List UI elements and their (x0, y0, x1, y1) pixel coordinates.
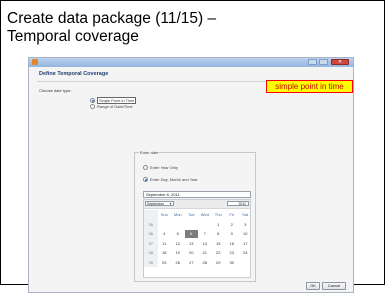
week-number: 39 (144, 257, 158, 267)
weekday-label: Tue (187, 212, 195, 218)
radio-button[interactable] (90, 104, 95, 109)
calendar-day[interactable]: 18 (158, 250, 172, 255)
month-select[interactable]: September ▼ (145, 201, 174, 206)
calendar-day[interactable]: 8 (212, 231, 226, 236)
close-icon[interactable]: ✕ (331, 59, 349, 65)
calendar-day[interactable]: 3 (239, 222, 253, 227)
calendar-day[interactable]: 10 (239, 231, 253, 236)
slide-title-line-1: Create data package (11/15) – (7, 10, 217, 27)
weekday-label: Thu (214, 212, 222, 218)
panel-legend: Enter date (139, 150, 160, 155)
calendar-day[interactable]: 16 (225, 241, 239, 246)
radio-label: Single Point in Time (97, 97, 137, 104)
calendar-week-row: 37 11 12 13 14 15 16 17 (144, 238, 253, 248)
selected-day[interactable]: 6 (184, 229, 198, 238)
radio-button[interactable] (90, 98, 95, 103)
calendar-day[interactable]: 7 (198, 231, 212, 236)
calendar-day[interactable]: 28 (198, 260, 212, 265)
calendar-day[interactable]: 20 (185, 250, 199, 255)
radio-label: Enter Year Only (150, 165, 179, 170)
weekday-header-row: Sun Mon Tue Wed Thu Fri Sat (144, 210, 252, 220)
enter-date-panel: Enter date Enter Year Only Enter Day, Mo… (134, 150, 256, 282)
calendar-week-row: 38 18 19 20 21 22 23 24 (144, 248, 252, 258)
calendar-day[interactable]: 14 (198, 241, 212, 246)
calendar-day[interactable]: 26 (171, 260, 185, 265)
weekday-label: Mon (173, 212, 182, 218)
month-value: September (147, 202, 165, 206)
weekday-label: Sat (242, 212, 249, 218)
calendar-day[interactable]: 1 (212, 222, 226, 227)
week-number: 37 (144, 238, 158, 248)
window-titlebar: ✕ (29, 58, 353, 67)
calendar-day[interactable]: 17 (239, 241, 253, 246)
week-number: 36 (144, 229, 158, 239)
calendar-day[interactable]: 19 (171, 250, 185, 255)
radio-label: Range of Date/Time (97, 104, 133, 109)
slide-title-line-2: Temporal coverage (7, 28, 139, 45)
calendar-week-row: 36 4 5 6 7 8 9 10 (144, 229, 252, 239)
calendar-day[interactable]: 27 (185, 260, 199, 265)
radio-range[interactable]: Range of Date/Time (90, 104, 133, 109)
minimize-icon[interactable] (308, 59, 317, 65)
weekday-label: Fri (229, 212, 235, 218)
calendar-day[interactable]: 9 (225, 231, 239, 236)
maximize-icon[interactable] (319, 59, 328, 65)
calendar-day[interactable]: 25 (158, 260, 172, 265)
week-number-header (144, 210, 158, 220)
calendar-week-row: 35 1 2 3 (144, 219, 253, 229)
calendar-grid: Sun Mon Tue Wed Thu Fri Sat 35 1 2 3 36 4 5 6 7 8 9 10 37 11… (144, 210, 252, 267)
calendar-day[interactable]: 12 (171, 241, 185, 246)
calendar-day[interactable]: 30 (225, 260, 239, 265)
slide-title: Create data package (11/15) – Temporal c… (7, 10, 307, 46)
radio-label: Enter Day, Month and Year (150, 177, 198, 182)
calendar-day[interactable]: 23 (225, 250, 239, 255)
slide: Create data package (11/15) – Temporal c… (0, 0, 385, 293)
calendar-week-row: 39 25 26 27 28 29 30 (144, 257, 252, 267)
weekday-label: Wed (200, 212, 209, 218)
year-value: 2011 (238, 202, 246, 206)
radio-single-point[interactable]: Single Point in Time (90, 97, 137, 104)
radio-day-month-year[interactable]: Enter Day, Month and Year (143, 177, 198, 182)
calendar-day[interactable]: 13 (185, 241, 199, 246)
choose-date-type-label: Choose date type: (39, 88, 72, 93)
app-icon (32, 59, 38, 65)
calendar-day[interactable]: 4 (158, 231, 172, 236)
calendar: September ▼ 2011 Sun Mon Tue Wed Thu Fri Sat 35… (143, 199, 251, 278)
window-heading: Define Temporal Coverage (39, 71, 109, 77)
calendar-day[interactable]: 15 (212, 241, 226, 246)
radio-button[interactable] (143, 177, 148, 182)
ok-button[interactable]: OK (306, 282, 320, 290)
date-field[interactable]: September 6, 2011 (143, 191, 251, 198)
chevron-down-icon: ▼ (169, 202, 172, 206)
weekday-label: Sun (160, 212, 168, 218)
calendar-day[interactable]: 11 (158, 241, 172, 246)
calendar-day[interactable]: 21 (198, 250, 212, 255)
cancel-button[interactable]: Cancel (322, 282, 346, 290)
calendar-day[interactable]: 29 (212, 260, 226, 265)
calendar-day[interactable]: 22 (212, 250, 226, 255)
radio-button[interactable] (143, 165, 148, 170)
callout-note: simple point in time (266, 80, 353, 93)
radio-year-only[interactable]: Enter Year Only (143, 165, 178, 170)
calendar-day[interactable]: 5 (171, 231, 185, 236)
week-number: 35 (144, 219, 158, 229)
calendar-day[interactable]: 2 (225, 222, 239, 227)
calendar-header: September ▼ 2011 (144, 200, 250, 209)
week-number: 38 (144, 248, 158, 258)
calendar-day[interactable]: 24 (239, 250, 253, 255)
year-spinner[interactable]: 2011 (227, 201, 249, 206)
